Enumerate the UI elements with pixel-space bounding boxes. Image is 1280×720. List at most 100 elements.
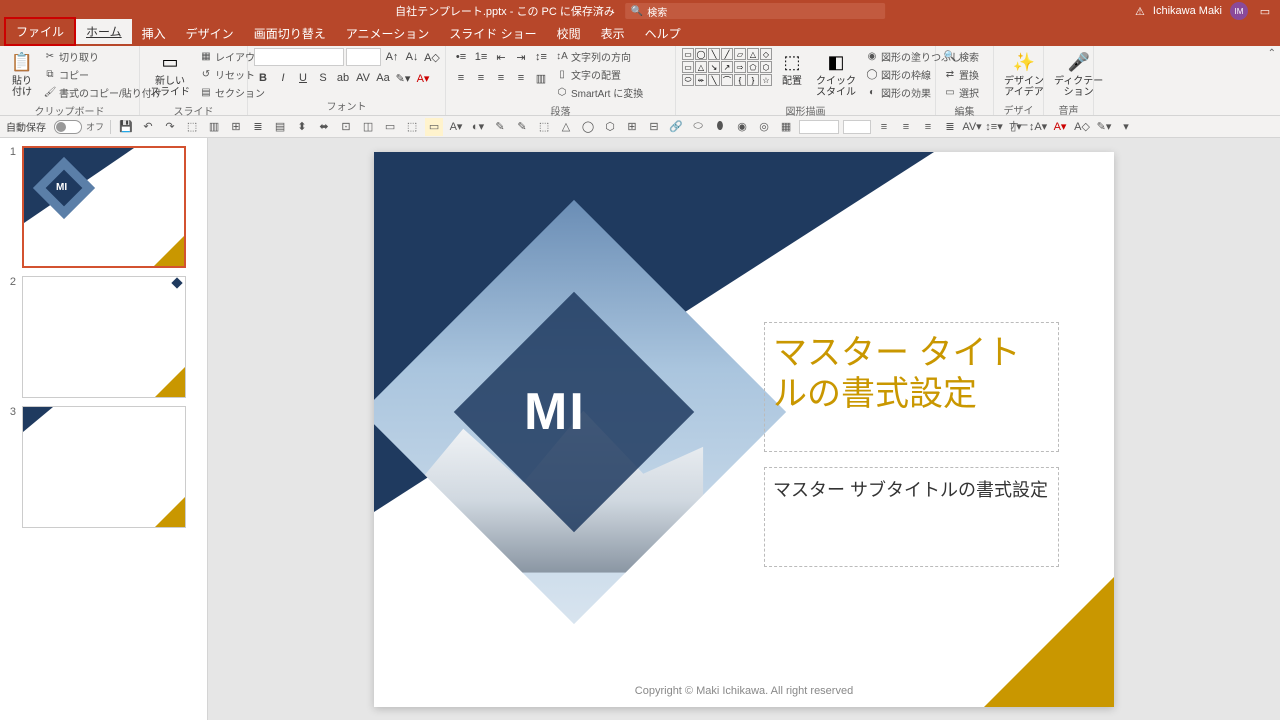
qat-more-icon[interactable]: ▾ xyxy=(1117,118,1135,136)
qat-icon[interactable]: ≡ xyxy=(897,118,915,136)
slide-canvas[interactable]: MI マスター タイトルの書式設定 マスター サブタイトルの書式設定 Copyr… xyxy=(374,152,1114,707)
bullets-button[interactable]: •≡ xyxy=(452,48,470,66)
tab-help[interactable]: ヘルプ xyxy=(635,21,691,46)
find-button[interactable]: 🔍検索 xyxy=(942,48,981,65)
tab-animations[interactable]: アニメーション xyxy=(336,21,440,46)
qat-color-box[interactable] xyxy=(799,120,839,134)
qat-icon[interactable]: ▭ xyxy=(425,118,443,136)
slide-thumbnail-2[interactable] xyxy=(22,276,186,398)
align-right-button[interactable]: ≡ xyxy=(492,69,510,87)
save-button[interactable]: 💾 xyxy=(117,118,135,136)
tab-insert[interactable]: 挿入 xyxy=(132,21,176,46)
paste-button[interactable]: 📋 貼り付け xyxy=(6,48,38,100)
undo-button[interactable]: ↶ xyxy=(139,118,157,136)
tab-transitions[interactable]: 画面切り替え xyxy=(244,21,336,46)
highlight-button[interactable]: ✎▾ xyxy=(394,69,412,87)
qat-icon[interactable]: ⬍ xyxy=(293,118,311,136)
align-left-button[interactable]: ≡ xyxy=(452,69,470,87)
select-button[interactable]: ▭選択 xyxy=(942,84,981,101)
slide-thumbnail-panel[interactable]: 1 MI 2 3 xyxy=(0,138,208,720)
qat-icon[interactable]: ◉ xyxy=(733,118,751,136)
quick-styles-button[interactable]: ◧ クイック スタイル xyxy=(812,48,860,100)
qat-icon[interactable]: ▥ xyxy=(205,118,223,136)
line-spacing-button[interactable]: ↕≡ xyxy=(532,48,550,66)
qat-icon[interactable]: ⬡ xyxy=(601,118,619,136)
avatar[interactable]: IM xyxy=(1230,2,1248,20)
qat-icon[interactable]: ⊞ xyxy=(623,118,641,136)
design-ideas-button[interactable]: ✨ デザイン アイデア xyxy=(1000,48,1048,100)
redo-button[interactable]: ↷ xyxy=(161,118,179,136)
tab-view[interactable]: 表示 xyxy=(591,21,635,46)
tab-design[interactable]: デザイン xyxy=(176,21,244,46)
font-color-button[interactable]: A▾ xyxy=(414,69,432,87)
shadow-button[interactable]: ab xyxy=(334,69,352,87)
qat-icon[interactable]: ◎ xyxy=(755,118,773,136)
qat-icon[interactable]: ⊞ xyxy=(227,118,245,136)
qat-icon[interactable]: ⬚ xyxy=(183,118,201,136)
qat-color-box[interactable] xyxy=(843,120,871,134)
qat-icon[interactable]: A▾ xyxy=(1051,118,1069,136)
tab-home[interactable]: ホーム xyxy=(76,19,132,46)
qat-icon[interactable]: ◯ xyxy=(579,118,597,136)
arrange-button[interactable]: ⬚ 配置 xyxy=(776,48,808,89)
qat-icon[interactable]: ✎▾ xyxy=(1095,118,1113,136)
font-name-combo[interactable] xyxy=(254,48,344,66)
qat-icon[interactable]: ✎ xyxy=(513,118,531,136)
new-slide-button[interactable]: ▭ 新しい スライド xyxy=(146,48,194,100)
tab-slideshow[interactable]: スライド ショー xyxy=(439,21,546,46)
underline-button[interactable]: U xyxy=(294,69,312,87)
ribbon-mode-icon[interactable]: ▭ xyxy=(1256,4,1274,18)
qat-icon[interactable]: ≡ xyxy=(875,118,893,136)
autosave-toggle[interactable] xyxy=(54,120,82,134)
slide-editor[interactable]: MI マスター タイトルの書式設定 マスター サブタイトルの書式設定 Copyr… xyxy=(208,138,1280,720)
qat-icon[interactable]: ≣ xyxy=(249,118,267,136)
strike-button[interactable]: S xyxy=(314,69,332,87)
title-placeholder[interactable]: マスター タイトルの書式設定 xyxy=(764,322,1059,452)
qat-icon[interactable]: ⬚ xyxy=(535,118,553,136)
justify-button[interactable]: ≡ xyxy=(512,69,530,87)
search-box[interactable]: 🔍 検索 xyxy=(625,3,885,19)
align-text-button[interactable]: ▯文字の配置 xyxy=(554,66,645,83)
numbering-button[interactable]: 1≡ xyxy=(472,48,490,66)
columns-button[interactable]: ▥ xyxy=(532,69,550,87)
collapse-ribbon-icon[interactable]: ⌃ xyxy=(1268,48,1276,59)
slide-thumbnail-1[interactable]: MI xyxy=(22,146,186,268)
case-button[interactable]: Aa xyxy=(374,69,392,87)
qat-icon[interactable]: ≡ xyxy=(919,118,937,136)
qat-icon[interactable]: ◐▾ xyxy=(469,118,487,136)
qat-icon[interactable]: AV▾ xyxy=(963,118,981,136)
qat-icon[interactable]: ▦ xyxy=(777,118,795,136)
clear-format-icon[interactable]: A◇ xyxy=(423,48,441,66)
bold-button[interactable]: B xyxy=(254,69,272,87)
tab-review[interactable]: 校閲 xyxy=(547,21,591,46)
qat-icon[interactable]: A◇ xyxy=(1073,118,1091,136)
qat-icon[interactable]: 🔗 xyxy=(667,118,685,136)
font-size-combo[interactable] xyxy=(346,48,381,66)
qat-icon[interactable]: ▭ xyxy=(381,118,399,136)
italic-button[interactable]: I xyxy=(274,69,292,87)
qat-icon[interactable]: A▾ xyxy=(447,118,465,136)
char-spacing-button[interactable]: AV xyxy=(354,69,372,87)
qat-icon[interactable]: ⊟ xyxy=(645,118,663,136)
slide-thumbnail-3[interactable] xyxy=(22,406,186,528)
replace-button[interactable]: ⇄置換 xyxy=(942,66,981,83)
qat-icon[interactable]: ≣ xyxy=(941,118,959,136)
decrease-indent-button[interactable]: ⇤ xyxy=(492,48,510,66)
qat-icon[interactable]: ⬮ xyxy=(711,118,729,136)
decrease-font-icon[interactable]: A↓ xyxy=(403,48,421,66)
text-direction-button[interactable]: ↕A文字列の方向 xyxy=(554,48,645,65)
qat-icon[interactable]: ◫ xyxy=(359,118,377,136)
qat-icon[interactable]: ⬭ xyxy=(689,118,707,136)
smartart-button[interactable]: ⬡SmartArt に変換 xyxy=(554,84,645,101)
user-name[interactable]: Ichikawa Maki xyxy=(1153,5,1222,17)
qat-icon[interactable]: ✎ xyxy=(491,118,509,136)
shape-gallery[interactable]: ▭◯╲╱▱△◇ ▭△↘↗⇨⬠⬡ ⬭⬰╲⌒{}☆ xyxy=(682,48,772,86)
increase-font-icon[interactable]: A↑ xyxy=(383,48,401,66)
dictate-button[interactable]: 🎤 ディクテー ション xyxy=(1050,48,1107,100)
qat-icon[interactable]: ⬚ xyxy=(403,118,421,136)
increase-indent-button[interactable]: ⇥ xyxy=(512,48,530,66)
subtitle-placeholder[interactable]: マスター サブタイトルの書式設定 xyxy=(764,467,1059,567)
qat-icon[interactable]: ▤ xyxy=(271,118,289,136)
tab-file[interactable]: ファイル xyxy=(4,17,76,46)
qat-icon[interactable]: ⬌ xyxy=(315,118,333,136)
